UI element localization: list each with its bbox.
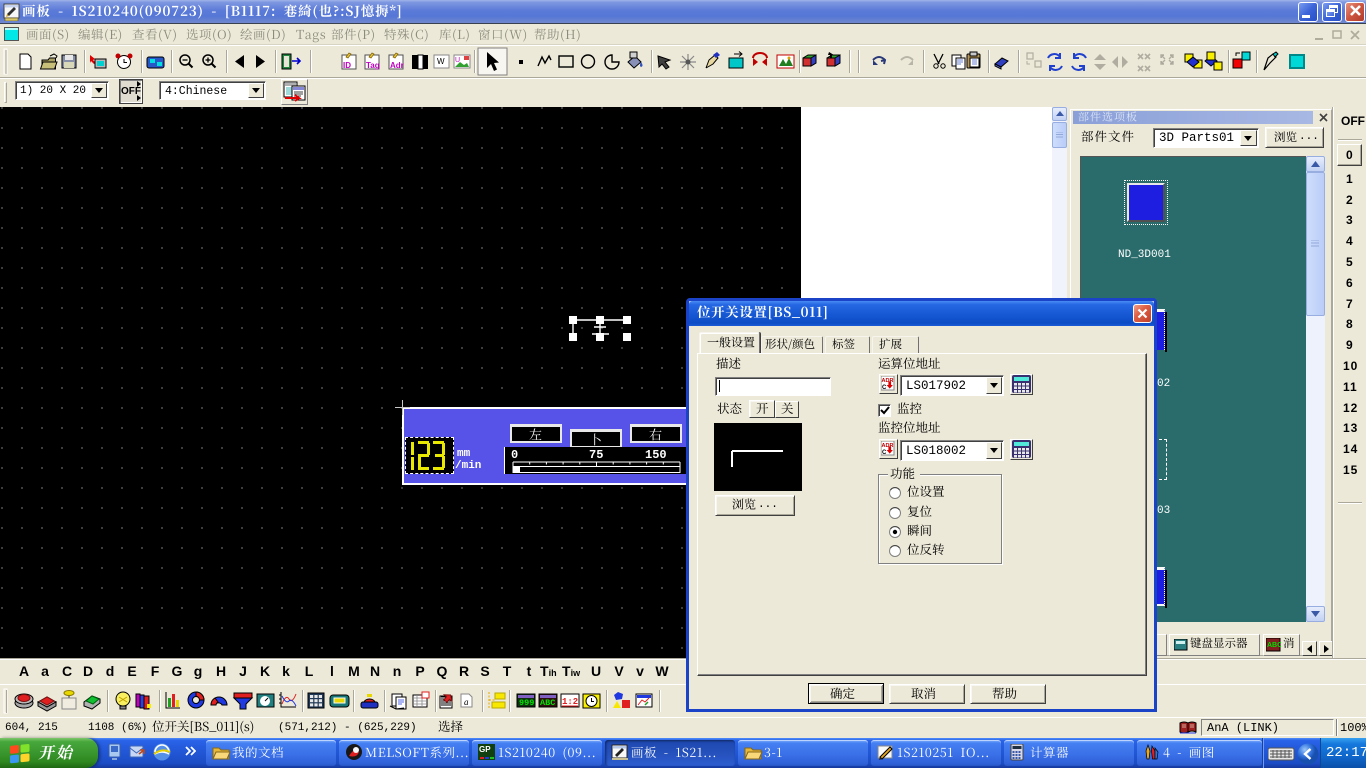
svg-text:ABC: ABC (540, 698, 555, 708)
svg-text:ADR: ADR (882, 443, 894, 449)
svg-text:C: C (882, 450, 887, 456)
svg-text:a: a (464, 697, 469, 707)
svg-text:ADR: ADR (882, 378, 894, 384)
svg-text:999: 999 (519, 698, 534, 708)
svg-text:C: C (882, 385, 887, 391)
svg-text:GP: GP (479, 745, 491, 754)
